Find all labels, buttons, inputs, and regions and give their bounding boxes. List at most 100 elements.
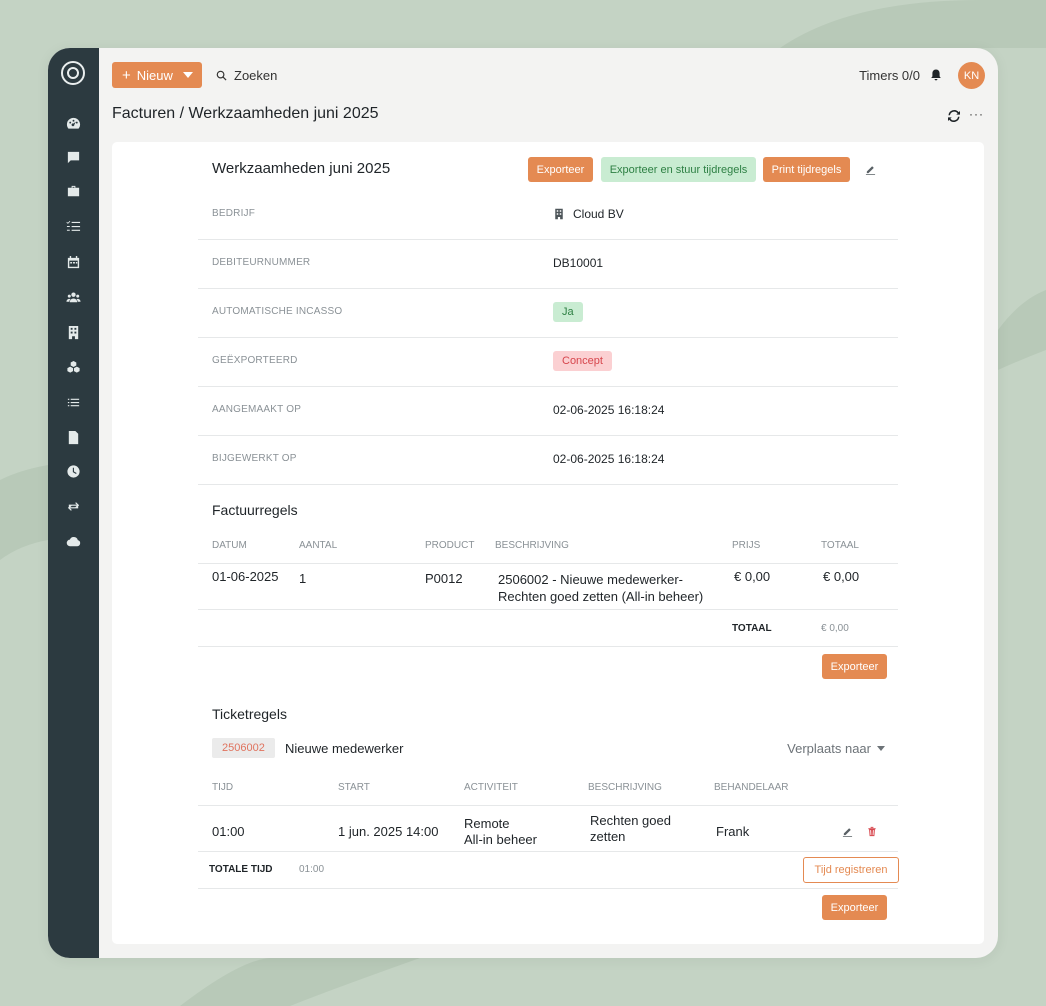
column-header: BEHANDELAAR (714, 782, 789, 793)
divider (198, 805, 898, 806)
print-button[interactable]: Print tijdregels (763, 157, 850, 182)
divider (198, 851, 898, 852)
detail-label: AUTOMATISCHE INCASSO (212, 306, 343, 317)
column-header: ACTIVITEIT (464, 782, 518, 793)
detail-label: DEBITEURNUMMER (212, 257, 311, 268)
column-header: START (338, 782, 370, 793)
invoice-icon[interactable] (62, 428, 84, 446)
sidebar (48, 48, 99, 958)
divider (198, 609, 898, 610)
invoice-lines-title: Factuurregels (212, 502, 298, 518)
column-header: PRODUCT (425, 540, 475, 551)
cell-time: 01:00 (212, 824, 245, 839)
bell-icon[interactable] (929, 68, 943, 82)
company-name: Cloud BV (573, 207, 624, 221)
avatar[interactable]: KN (958, 62, 985, 89)
detail-row-direct-debit: AUTOMATISCHE INCASSO Ja (198, 288, 898, 338)
detail-row-exported: GEËXPORTEERD Concept (198, 337, 898, 387)
status-badge: Ja (553, 302, 583, 322)
dashboard-icon[interactable] (62, 114, 84, 132)
card-title: Werkzaamheden juni 2025 (212, 160, 391, 177)
search-button[interactable]: Zoeken (216, 68, 277, 83)
building-icon (555, 208, 563, 220)
cell-product: P0012 (425, 571, 463, 586)
team-icon[interactable] (62, 288, 84, 306)
products-icon[interactable] (62, 358, 84, 376)
detail-value: 02-06-2025 16:18:24 (553, 452, 665, 466)
calendar-icon[interactable] (62, 253, 84, 271)
new-button[interactable]: + Nieuw (112, 62, 202, 88)
top-bar: + Nieuw Zoeken Timers 0/0 KN (99, 48, 998, 104)
move-to-dropdown[interactable]: Verplaats naar (787, 741, 885, 756)
detail-value: Concept (553, 351, 612, 371)
detail-row-updated: BIJGEWERKT OP 02-06-2025 16:18:24 (198, 435, 898, 485)
ticket-id-badge[interactable]: 2506002 (212, 738, 275, 758)
detail-label: BEDRIJF (212, 208, 256, 219)
detail-label: BIJGEWERKT OP (212, 453, 297, 464)
edit-icon[interactable] (865, 164, 876, 175)
sync-icon[interactable] (62, 497, 84, 515)
divider (198, 563, 898, 564)
edit-icon[interactable] (842, 826, 853, 837)
new-button-label: Nieuw (136, 67, 173, 83)
cell-price: € 0,00 (734, 569, 771, 584)
status-badge: Concept (553, 351, 612, 371)
column-header: PRIJS (732, 540, 761, 551)
detail-value[interactable]: Cloud BV (553, 207, 624, 221)
cloud-icon[interactable] (62, 532, 84, 550)
search-icon (216, 70, 227, 81)
detail-label: GEËXPORTEERD (212, 355, 298, 366)
detail-label: AANGEMAAKT OP (212, 404, 302, 415)
detail-value: Ja (553, 302, 583, 322)
ticket-name: Nieuwe medewerker (285, 741, 404, 756)
invoice-card: Werkzaamheden juni 2025 Exporteer Export… (112, 142, 984, 944)
cell-description: Rechten goed zetten (590, 813, 671, 844)
detail-row-created: AANGEMAAKT OP 02-06-2025 16:18:24 (198, 386, 898, 436)
detail-row-company: BEDRIJF Cloud BV (198, 190, 898, 240)
checklist-icon[interactable] (62, 217, 84, 235)
total-time-value: 01:00 (299, 864, 325, 875)
timers-counter[interactable]: Timers 0/0 (859, 68, 920, 83)
logo-icon[interactable] (61, 61, 85, 85)
move-to-label: Verplaats naar (787, 741, 871, 756)
column-header: BESCHRIJVING (495, 540, 569, 551)
search-label: Zoeken (234, 68, 278, 83)
ticket-lines-title: Ticketregels (212, 706, 287, 722)
export-invoice-lines-button[interactable]: Exporteer (822, 654, 887, 679)
messages-icon[interactable] (62, 148, 84, 166)
cell-activity: Remote All-in beheer (464, 816, 537, 847)
plus-icon: + (122, 66, 131, 84)
export-send-button[interactable]: Exporteer en stuur tijdregels (601, 157, 756, 182)
column-header: TIJD (212, 782, 234, 793)
column-header: AANTAL (299, 540, 338, 551)
export-button[interactable]: Exporteer (528, 157, 593, 182)
cell-total: € 0,00 (823, 569, 860, 584)
column-header: DATUM (212, 540, 247, 551)
chevron-down-icon (877, 746, 885, 751)
building-icon[interactable] (62, 323, 84, 341)
list-icon[interactable] (62, 393, 84, 411)
register-time-button[interactable]: Tijd registreren (803, 857, 899, 883)
divider (198, 646, 898, 647)
total-time-label: TOTALE TIJD (209, 864, 273, 875)
column-header: TOTAAL (821, 540, 859, 551)
cell-handler: Frank (716, 824, 750, 839)
clock-icon[interactable] (62, 462, 84, 480)
cell-description: 2506002 - Nieuwe medewerker- Rechten goe… (498, 572, 704, 604)
export-ticket-lines-button[interactable]: Exporteer (822, 895, 887, 920)
cell-date: 01-06-2025 (212, 569, 279, 584)
app-window: + Nieuw Zoeken Timers 0/0 KN Facturen / … (48, 48, 998, 958)
detail-row-debtor: DEBITEURNUMMER DB10001 (198, 239, 898, 289)
chevron-down-icon (182, 72, 193, 78)
trash-icon[interactable] (867, 826, 877, 837)
total-label: TOTAAL (732, 623, 772, 634)
cell-quantity: 1 (299, 571, 307, 586)
detail-value: 02-06-2025 16:18:24 (553, 403, 665, 417)
refresh-icon[interactable] (947, 109, 961, 123)
briefcase-icon[interactable] (62, 182, 84, 200)
more-options-icon[interactable]: ··· (969, 107, 984, 121)
cell-start: 1 jun. 2025 14:00 (338, 824, 439, 839)
breadcrumb: Facturen / Werkzaamheden juni 2025 (112, 105, 379, 122)
total-value: € 0,00 (821, 623, 849, 634)
divider (198, 888, 898, 889)
